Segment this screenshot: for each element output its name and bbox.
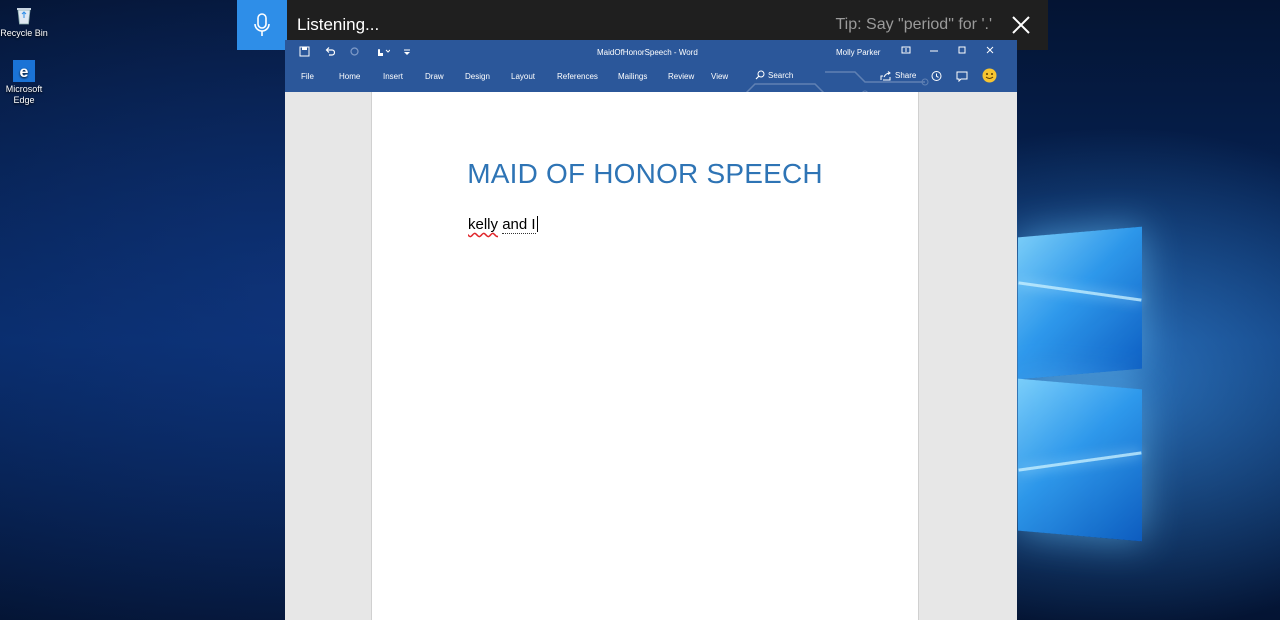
ribbon: File Home Insert Draw Design Layout Refe… <box>285 64 1017 110</box>
search-icon <box>755 70 765 80</box>
recycle-bin-icon <box>17 8 31 25</box>
tab-review[interactable]: Review <box>668 72 711 81</box>
search-label: Search <box>768 70 794 80</box>
close-window-icon[interactable] <box>985 45 995 55</box>
ribbon-display-options-icon[interactable] <box>901 45 911 55</box>
ribbon-right-actions: Share <box>880 68 997 83</box>
desktop-icon-recycle-bin[interactable]: Recycle Bin <box>0 4 54 39</box>
quick-access-toolbar <box>299 46 410 57</box>
tell-me-search[interactable]: Search <box>755 70 793 80</box>
customize-toolbar-icon[interactable] <box>404 48 410 56</box>
undo-icon[interactable] <box>324 46 335 57</box>
desktop: Recycle Bin e Microsoft Edge Listening..… <box>0 0 1280 620</box>
tab-design[interactable]: Design <box>465 72 511 81</box>
misspelled-word[interactable]: kelly <box>468 216 498 233</box>
tab-layout[interactable]: Layout <box>511 72 557 81</box>
word-window: MaidOfHonorSpeech - Word Molly Parker Fi… <box>285 40 1017 620</box>
document-body-text[interactable]: kelly and I <box>468 216 538 234</box>
close-dictation-button[interactable] <box>1006 10 1036 40</box>
touch-mode-icon[interactable] <box>374 46 390 57</box>
desktop-icon-label: Microsoft Edge <box>5 84 43 105</box>
close-icon <box>1012 16 1030 34</box>
dictation-status: Listening... <box>297 15 380 34</box>
dictated-text[interactable]: and I <box>502 216 536 234</box>
tab-mailings[interactable]: Mailings <box>618 72 668 81</box>
tab-insert[interactable]: Insert <box>383 72 425 81</box>
activity-history-icon[interactable] <box>930 70 942 82</box>
dictation-tip: Tip: Say "period" for '.' <box>835 16 993 33</box>
redo-icon[interactable] <box>349 46 360 57</box>
svg-text:e: e <box>20 64 29 81</box>
share-icon <box>880 70 891 80</box>
title-bar: MaidOfHonorSpeech - Word Molly Parker <box>285 40 1017 64</box>
desktop-icon-edge[interactable]: e Microsoft Edge <box>0 60 54 106</box>
comments-icon[interactable] <box>956 70 968 82</box>
document-title: MaidOfHonorSpeech - Word <box>597 48 698 57</box>
document-heading[interactable]: MAID OF HONOR SPEECH <box>372 158 918 190</box>
tab-home[interactable]: Home <box>339 72 383 81</box>
smiley-feedback-icon[interactable] <box>982 68 997 83</box>
minimize-icon[interactable] <box>929 45 939 55</box>
edge-icon: e <box>13 60 35 82</box>
tab-view[interactable]: View <box>711 72 741 81</box>
maximize-icon[interactable] <box>957 45 967 55</box>
user-name[interactable]: Molly Parker <box>836 48 880 57</box>
windows-logo-pane <box>1018 226 1142 380</box>
text-cursor <box>536 216 538 232</box>
save-icon[interactable] <box>299 46 310 57</box>
microphone-icon <box>254 13 270 36</box>
desktop-icon-label: Recycle Bin <box>0 28 48 38</box>
tab-file[interactable]: File <box>301 72 339 81</box>
share-button[interactable]: Share <box>880 70 917 81</box>
share-label: Share <box>895 71 917 80</box>
microphone-button[interactable] <box>237 0 287 50</box>
document-page[interactable]: MAID OF HONOR SPEECH kelly and I <box>371 92 919 620</box>
tab-references[interactable]: References <box>557 72 618 81</box>
tab-draw[interactable]: Draw <box>425 72 465 81</box>
window-controls <box>901 45 995 55</box>
ribbon-tabs: File Home Insert Draw Design Layout Refe… <box>301 72 741 81</box>
